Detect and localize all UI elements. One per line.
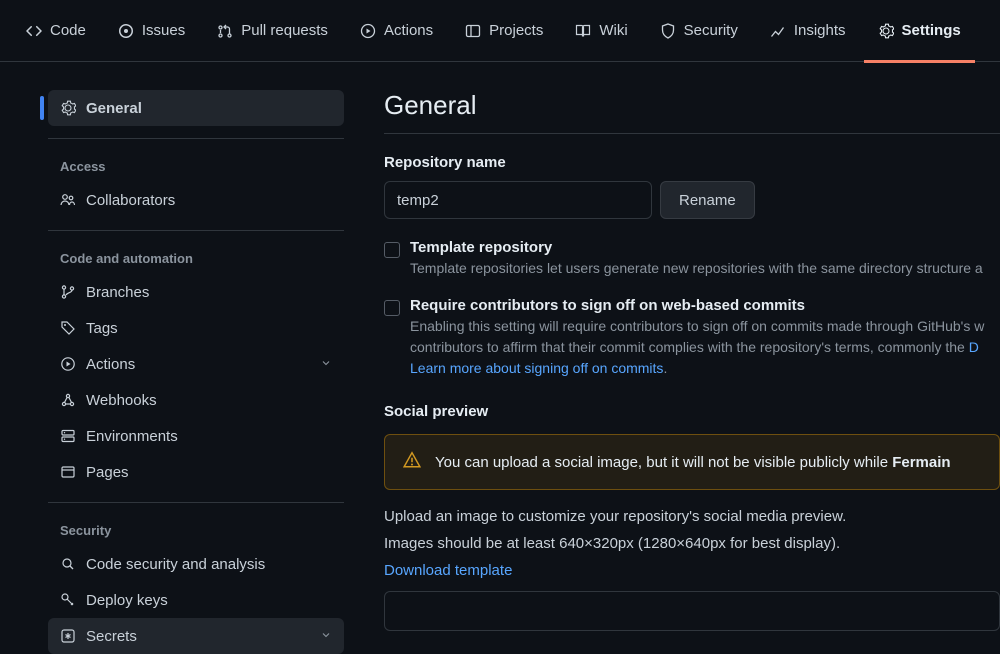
sidebar-item-environments[interactable]: Environments bbox=[48, 418, 344, 454]
sidebar-item-label: Branches bbox=[86, 284, 149, 301]
tab-security[interactable]: Security bbox=[646, 0, 752, 62]
sidebar-item-actions[interactable]: Actions bbox=[48, 346, 344, 382]
template-desc: Template repositories let users generate… bbox=[410, 258, 983, 279]
sidebar-item-label: Tags bbox=[86, 320, 118, 337]
tab-wiki[interactable]: Wiki bbox=[561, 0, 641, 62]
social-desc-1: Upload an image to customize your reposi… bbox=[384, 508, 1000, 525]
projects-icon bbox=[465, 23, 481, 39]
warning-text: You can upload a social image, but it wi… bbox=[435, 454, 951, 471]
page-title: General bbox=[384, 90, 1000, 134]
tab-label: Security bbox=[684, 22, 738, 39]
sidebar-group-access: Access bbox=[48, 143, 344, 182]
tab-code[interactable]: Code bbox=[12, 0, 100, 62]
browser-icon bbox=[60, 464, 76, 480]
sidebar-item-secrets[interactable]: Secrets bbox=[48, 618, 344, 654]
divider bbox=[48, 230, 344, 231]
sidebar-item-webhooks[interactable]: Webhooks bbox=[48, 382, 344, 418]
sidebar-item-label: Environments bbox=[86, 428, 178, 445]
repo-tabs: Code Issues Pull requests Actions Projec… bbox=[0, 0, 1000, 62]
divider bbox=[48, 138, 344, 139]
branch-icon bbox=[60, 284, 76, 300]
signoff-learn-more-link[interactable]: Learn more about signing off on commits bbox=[410, 360, 663, 376]
divider bbox=[48, 502, 344, 503]
issue-icon bbox=[118, 23, 134, 39]
tab-insights[interactable]: Insights bbox=[756, 0, 860, 62]
template-title: Template repository bbox=[410, 239, 983, 256]
sidebar-item-label: Collaborators bbox=[86, 192, 175, 209]
template-checkbox[interactable] bbox=[384, 242, 400, 258]
repo-name-input[interactable] bbox=[384, 181, 652, 219]
social-desc-2: Images should be at least 640×320px (128… bbox=[384, 535, 1000, 552]
sidebar-item-deploy-keys[interactable]: Deploy keys bbox=[48, 582, 344, 618]
sidebar-item-branches[interactable]: Branches bbox=[48, 274, 344, 310]
tab-label: Code bbox=[50, 22, 86, 39]
tab-label: Wiki bbox=[599, 22, 627, 39]
social-upload-box[interactable] bbox=[384, 591, 1000, 631]
book-icon bbox=[575, 23, 591, 39]
tab-actions[interactable]: Actions bbox=[346, 0, 447, 62]
tab-label: Actions bbox=[384, 22, 433, 39]
signoff-checkbox[interactable] bbox=[384, 300, 400, 316]
webhook-icon bbox=[60, 392, 76, 408]
signoff-title: Require contributors to sign off on web-… bbox=[410, 297, 1000, 314]
sidebar-item-label: Actions bbox=[86, 356, 135, 373]
shield-search-icon bbox=[60, 556, 76, 572]
sidebar-item-label: General bbox=[86, 100, 142, 117]
warning-icon bbox=[403, 451, 421, 473]
tab-label: Insights bbox=[794, 22, 846, 39]
download-template-link[interactable]: Download template bbox=[384, 562, 512, 579]
tab-label: Issues bbox=[142, 22, 185, 39]
sidebar-item-collaborators[interactable]: Collaborators bbox=[48, 182, 344, 218]
sidebar-item-tags[interactable]: Tags bbox=[48, 310, 344, 346]
sidebar-item-label: Code security and analysis bbox=[86, 556, 265, 573]
social-warning-banner: You can upload a social image, but it wi… bbox=[384, 434, 1000, 490]
tab-label: Pull requests bbox=[241, 22, 328, 39]
repo-name-label: Repository name bbox=[384, 154, 1000, 171]
social-preview-heading: Social preview bbox=[384, 403, 1000, 420]
chevron-down-icon bbox=[320, 628, 332, 645]
sidebar-item-label: Webhooks bbox=[86, 392, 157, 409]
sidebar-item-label: Secrets bbox=[86, 628, 137, 645]
gear-icon bbox=[878, 23, 894, 39]
people-icon bbox=[60, 192, 76, 208]
sidebar-item-code-security[interactable]: Code security and analysis bbox=[48, 546, 344, 582]
tab-projects[interactable]: Projects bbox=[451, 0, 557, 62]
play-icon bbox=[360, 23, 376, 39]
pull-request-icon bbox=[217, 23, 233, 39]
sidebar-item-general[interactable]: General bbox=[48, 90, 344, 126]
signoff-desc: Enabling this setting will require contr… bbox=[410, 316, 1000, 379]
tab-label: Settings bbox=[902, 22, 961, 39]
key-icon bbox=[60, 592, 76, 608]
code-icon bbox=[26, 23, 42, 39]
settings-sidebar: General Access Collaborators Code and au… bbox=[0, 62, 360, 654]
graph-icon bbox=[770, 23, 786, 39]
sidebar-group-code: Code and automation bbox=[48, 235, 344, 274]
tag-icon bbox=[60, 320, 76, 336]
server-icon bbox=[60, 428, 76, 444]
settings-main: General Repository name Rename Template … bbox=[360, 62, 1000, 654]
tab-label: Projects bbox=[489, 22, 543, 39]
sidebar-group-security: Security bbox=[48, 507, 344, 546]
tab-settings[interactable]: Settings bbox=[864, 0, 975, 62]
tab-pull-requests[interactable]: Pull requests bbox=[203, 0, 342, 62]
sidebar-item-label: Deploy keys bbox=[86, 592, 168, 609]
gear-icon bbox=[60, 100, 76, 116]
tab-issues[interactable]: Issues bbox=[104, 0, 199, 62]
rename-button[interactable]: Rename bbox=[660, 181, 755, 219]
asterisk-icon bbox=[60, 628, 76, 644]
shield-icon bbox=[660, 23, 676, 39]
chevron-down-icon bbox=[320, 356, 332, 373]
play-icon bbox=[60, 356, 76, 372]
sidebar-item-label: Pages bbox=[86, 464, 129, 481]
sidebar-item-pages[interactable]: Pages bbox=[48, 454, 344, 490]
